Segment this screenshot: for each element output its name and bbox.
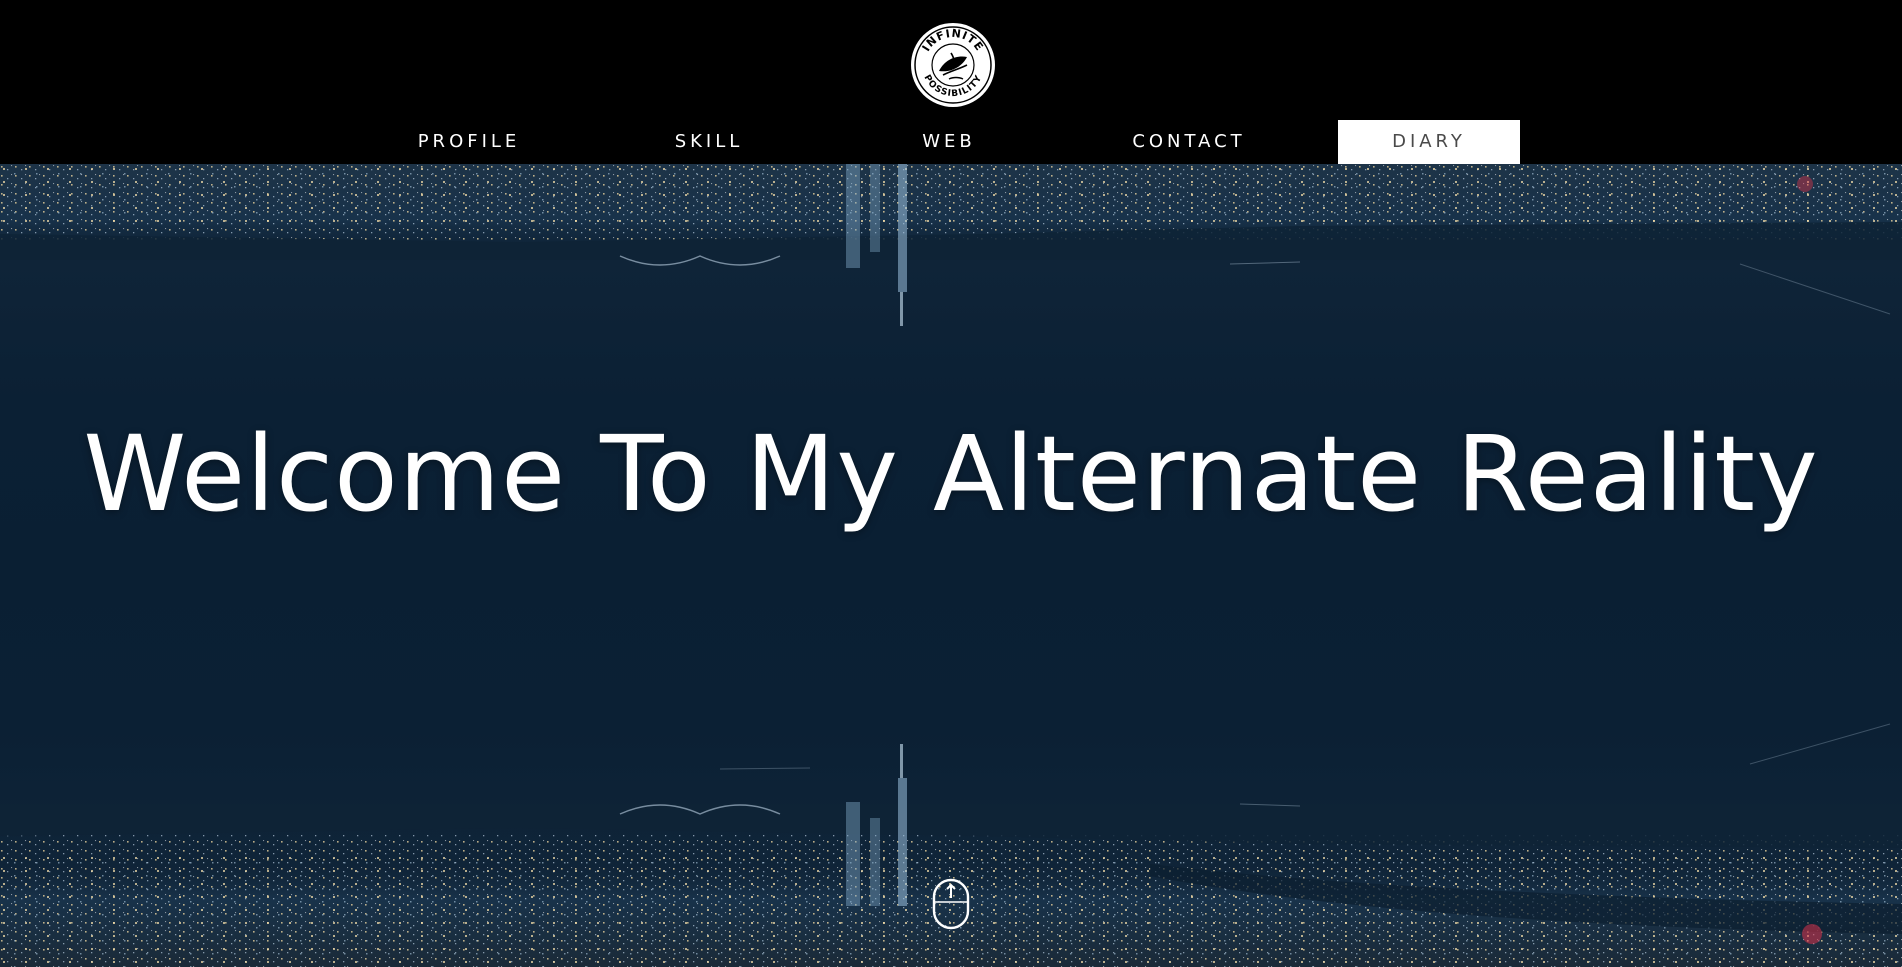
site-header: INFINITE POSSIBILITY PROFILE SKILL WEB C…	[0, 0, 1902, 164]
nav-skill[interactable]: SKILL	[618, 120, 800, 164]
nav-diary[interactable]: DIARY	[1338, 120, 1520, 164]
mouse-scroll-icon	[932, 878, 970, 930]
logo-emblem-icon: INFINITE POSSIBILITY	[911, 23, 995, 107]
scroll-down-button[interactable]	[932, 878, 970, 930]
hero-background-image	[0, 164, 1902, 967]
hero-section: Welcome To My Alternate Reality	[0, 164, 1902, 967]
nav-web[interactable]: WEB	[858, 120, 1040, 164]
page: INFINITE POSSIBILITY PROFILE SKILL WEB C…	[0, 0, 1902, 967]
site-logo[interactable]: INFINITE POSSIBILITY	[909, 21, 997, 109]
nav-profile[interactable]: PROFILE	[378, 120, 560, 164]
hero-title: Welcome To My Alternate Reality	[83, 413, 1819, 535]
main-nav: PROFILE SKILL WEB CONTACT DIARY	[0, 120, 1902, 164]
nav-contact[interactable]: CONTACT	[1098, 120, 1280, 164]
